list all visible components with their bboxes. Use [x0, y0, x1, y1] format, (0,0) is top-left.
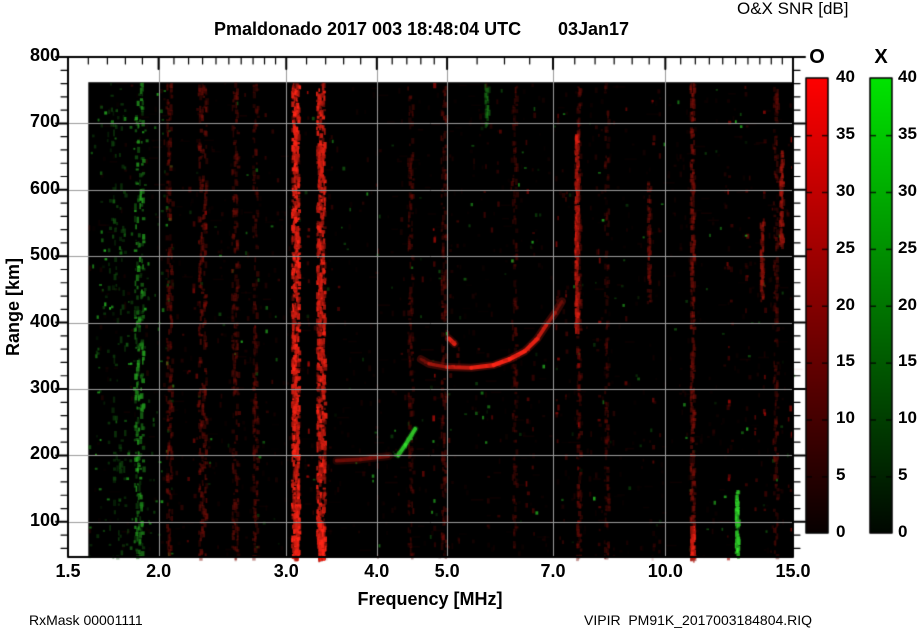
colorbar-tick-label: 0: [836, 522, 846, 541]
colorbar-tick-label: 40: [836, 67, 855, 86]
x-tick-label: 2.0: [146, 561, 172, 581]
x-tick-label: 3.0: [273, 561, 299, 581]
x-tick-label: 10.0: [647, 561, 683, 581]
x-axis-title: Frequency [MHz]: [357, 589, 503, 609]
colorbar-tick-label: 15: [898, 351, 917, 371]
colorbar-tick-label: 35: [836, 123, 855, 143]
y-tick-label: 100: [29, 509, 60, 530]
date-label: 03Jan17: [558, 19, 630, 39]
x-tick-label: 1.5: [55, 561, 81, 581]
colorbar-tick-label: 10: [898, 408, 917, 428]
colorbar-tick-label: 35: [898, 123, 917, 143]
y-tick-label: 600: [29, 177, 60, 198]
x-tick-label: 15.0: [775, 561, 811, 581]
colorbar-tick-label: 0: [898, 522, 908, 541]
x-tick-label: 4.0: [364, 561, 390, 581]
colorbar-tick-label: 20: [898, 294, 917, 314]
y-tick-label: 700: [29, 111, 60, 132]
colorbar-title: O&X SNR [dB]: [737, 0, 849, 18]
colorbar-tick-label: 25: [836, 237, 855, 257]
colorbar-tick-label: 30: [836, 180, 855, 200]
data-file-label: VIPIR PM91K_2017003184804.RIQ: [584, 612, 813, 628]
y-axis-title: Range [km]: [3, 257, 24, 357]
colorbar-tick-label: 30: [898, 180, 917, 200]
ionogram-plot-canvas: [0, 0, 922, 636]
y-tick-label: 500: [29, 244, 60, 265]
x-tick-label: 7.0: [540, 561, 566, 581]
colorbar-tick-label: 5: [836, 465, 846, 485]
rx-mask-label: RxMask 00001111: [29, 612, 143, 628]
colorbar-tick-label: 25: [898, 237, 917, 257]
colorbar-tick-label: 40: [898, 67, 917, 86]
colorbar-x-header: X: [874, 46, 888, 68]
colorbar-o-header: O: [809, 46, 825, 68]
ionogram-figure: Pmaldonado 2017 003 18:48:04 UTC 03Jan17…: [0, 0, 922, 636]
y-tick-label: 200: [29, 443, 60, 464]
y-tick-label: 800: [29, 45, 60, 65]
colorbar-tick-label: 5: [898, 465, 908, 485]
y-tick-label: 300: [29, 377, 60, 397]
colorbar-tick-label: 20: [836, 294, 855, 314]
colorbar-tick-label: 15: [836, 351, 855, 371]
page-title: Pmaldonado 2017 003 18:48:04 UTC: [214, 19, 522, 39]
x-tick-label: 5.0: [434, 561, 460, 581]
colorbar-tick-label: 10: [836, 408, 855, 428]
y-tick-label: 400: [29, 310, 60, 331]
